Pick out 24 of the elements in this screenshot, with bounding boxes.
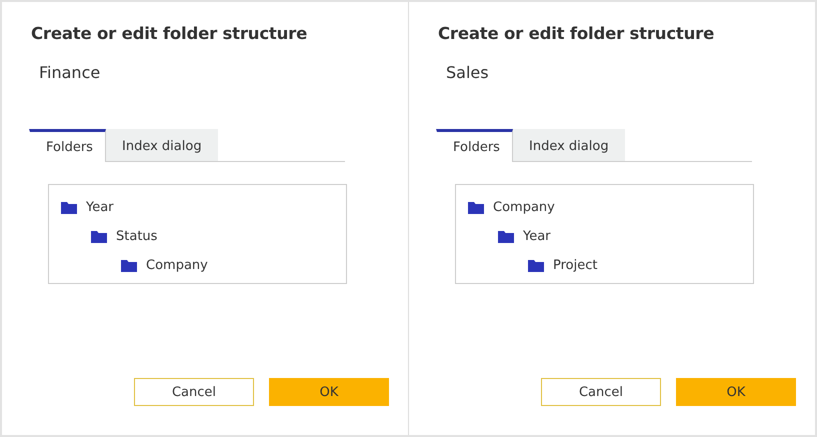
folder-icon	[498, 230, 514, 242]
folder-label[interactable]: Company	[146, 258, 208, 273]
folder-icon	[61, 202, 77, 214]
folder-icon	[91, 230, 107, 242]
tab[interactable]: Index dialog	[106, 129, 218, 161]
tab[interactable]: Folders	[29, 129, 106, 162]
cancel-button[interactable]: Cancel	[541, 378, 661, 406]
folder-icon	[528, 260, 544, 272]
dialog-title: Create or edit folder structure	[31, 24, 308, 43]
folder-icon	[468, 202, 484, 214]
cancel-button[interactable]: Cancel	[134, 378, 254, 406]
folder-label[interactable]: Year	[523, 229, 551, 244]
folder-label[interactable]: Company	[493, 200, 555, 215]
folder-structure-name: Finance	[39, 63, 102, 82]
ok-button[interactable]: OK	[676, 378, 796, 406]
tab[interactable]: Index dialog	[513, 129, 625, 161]
dialog-title: Create or edit folder structure	[438, 24, 716, 43]
ok-button[interactable]: OK	[269, 378, 389, 406]
folder-icon	[121, 260, 137, 272]
folder-label[interactable]: Status	[116, 229, 158, 244]
folder-label[interactable]: Year	[86, 200, 114, 215]
folder-label[interactable]: Project	[553, 258, 598, 273]
folder-structure-name: Sales	[446, 63, 490, 82]
tab[interactable]: Folders	[436, 129, 513, 162]
